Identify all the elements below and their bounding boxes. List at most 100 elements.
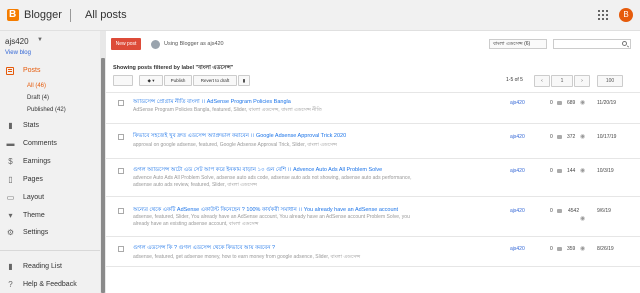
trash-icon[interactable]: ▮ xyxy=(238,75,250,86)
sidebar-item-comments[interactable]: ▬ Comments xyxy=(0,138,100,150)
post-title-link[interactable]: কিভাবে সহজেই খুব দ্রুত এডসেন্স অ্যাপ্রুভ… xyxy=(133,133,346,141)
post-comments-count[interactable]: 0 xyxy=(550,246,553,252)
user-avatar xyxy=(151,40,160,49)
account-avatar[interactable]: B xyxy=(619,8,633,22)
post-labels: approval on google adsense, featured, Go… xyxy=(133,142,337,148)
sidebar-subitem-draft[interactable]: Draft (4) xyxy=(27,95,49,101)
sidebar-subitem-published[interactable]: Published (42) xyxy=(27,107,66,113)
help-icon: ? xyxy=(8,280,13,289)
sidebar-item-layout[interactable]: ▭ Layout xyxy=(0,192,100,204)
label-filter-select[interactable]: বাংলা এডসেন্স (6) xyxy=(489,39,547,49)
page-select[interactable]: 1 xyxy=(551,75,573,87)
publish-button[interactable]: Publish xyxy=(164,75,192,86)
blogger-logo-icon[interactable]: B xyxy=(7,9,19,21)
sidebar-item-label: Layout xyxy=(23,194,45,201)
table-divider xyxy=(106,236,640,237)
dropdown-caret: ▾ xyxy=(152,78,155,83)
brand-name[interactable]: Blogger xyxy=(24,9,62,21)
filter-status-text: Showing posts filtered by label "বাংলা এ… xyxy=(113,65,234,71)
post-date: 8/26/19 xyxy=(597,246,614,252)
table-divider xyxy=(106,123,640,124)
sidebar-item-pages[interactable]: ▯ Pages xyxy=(0,174,100,186)
post-views-count: 144 xyxy=(567,168,576,174)
post-author[interactable]: ajs420 xyxy=(510,134,525,140)
pagination-range: 1-5 of 5 xyxy=(506,77,523,83)
table-divider xyxy=(106,92,640,93)
sidebar-subitem-all[interactable]: All (46) xyxy=(27,83,46,89)
post-labels: adsense, featured, get adsense money, ho… xyxy=(133,254,361,260)
bookmark-icon: ▮ xyxy=(8,262,13,271)
eye-icon: ◉ xyxy=(580,168,586,174)
sidebar-item-label: Earnings xyxy=(23,158,51,165)
post-comments-count[interactable]: 0 xyxy=(550,168,553,174)
post-labels: AdSense Program Policies Bangla, feature… xyxy=(133,107,322,113)
post-comments-count[interactable]: 0 xyxy=(550,208,553,214)
table-divider xyxy=(106,158,640,159)
table-divider xyxy=(106,196,640,197)
theme-icon: ▾ xyxy=(8,211,13,220)
post-comments-count[interactable]: 0 xyxy=(550,134,553,140)
sidebar-item-posts[interactable]: Posts xyxy=(0,65,100,77)
post-author[interactable]: ajs420 xyxy=(510,168,525,174)
sidebar-item-label: Reading List xyxy=(23,263,62,270)
sidebar-divider xyxy=(0,250,100,251)
post-date: 10/17/19 xyxy=(597,134,617,140)
post-views-count: 4542 xyxy=(568,208,580,214)
sidebar-item-label: Settings xyxy=(23,229,49,236)
prev-page-button[interactable]: ‹ xyxy=(534,75,550,87)
post-title-link[interactable]: অ্যাডসেন্স প্রোগ্রাম নীতি বাংলা ।। AdSen… xyxy=(133,99,291,107)
comment-icon xyxy=(557,169,562,173)
scrollbar-thumb[interactable] xyxy=(101,58,105,293)
gear-icon: ⚙ xyxy=(6,228,15,237)
top-bar: B Blogger All posts B xyxy=(0,0,640,31)
comment-icon xyxy=(557,209,562,213)
comment-icon xyxy=(557,247,562,251)
blog-name-selector[interactable]: ajs420 xyxy=(5,37,29,46)
next-page-button[interactable]: › xyxy=(574,75,590,87)
sidebar-item-label: Comments xyxy=(23,140,57,147)
row-checkbox[interactable] xyxy=(118,246,124,252)
comment-icon xyxy=(557,135,562,139)
sidebar-item-settings[interactable]: ⚙ Settings xyxy=(0,227,100,239)
layout-icon: ▭ xyxy=(6,193,15,202)
sidebar-item-reading-list[interactable]: ▮ Reading List xyxy=(0,261,100,273)
search-input[interactable] xyxy=(553,39,631,49)
post-title-link[interactable]: গুগল এডসেন্স কি ? গুগল এডসেন্স থেকে কিভা… xyxy=(133,245,275,253)
post-labels: adsense, featured, Slider, You already h… xyxy=(133,214,410,227)
row-checkbox[interactable] xyxy=(118,208,124,214)
sidebar-item-help[interactable]: ? Help & Feedback xyxy=(0,279,100,291)
label-tag-icon: ◆ xyxy=(147,78,151,83)
row-checkbox[interactable] xyxy=(118,100,124,106)
revert-to-draft-button[interactable]: Revert to draft xyxy=(193,75,237,86)
select-all-checkbox[interactable] xyxy=(113,75,133,86)
using-as-text: Using Blogger as ajs420 xyxy=(164,41,224,47)
new-post-button[interactable]: New post xyxy=(111,38,141,50)
post-views-count: 359 xyxy=(567,246,576,252)
view-blog-link[interactable]: View blog xyxy=(5,50,31,56)
label-dropdown-button[interactable]: ◆ ▾ xyxy=(139,75,163,86)
post-date: 10/3/19 xyxy=(597,168,614,174)
post-author[interactable]: ajs420 xyxy=(510,100,525,106)
post-author[interactable]: ajs420 xyxy=(510,246,525,252)
sidebar-item-theme[interactable]: ▾ Theme xyxy=(0,210,100,222)
comment-icon xyxy=(557,101,562,105)
sidebar-item-earnings[interactable]: $ Earnings xyxy=(0,156,100,168)
apps-grid-icon[interactable] xyxy=(598,10,608,20)
sidebar-item-label: Stats xyxy=(23,122,39,129)
posts-icon xyxy=(6,67,14,75)
eye-icon: ◉ xyxy=(580,216,586,222)
post-comments-count[interactable]: 0 xyxy=(550,100,553,106)
caret-down-icon[interactable]: ▼ xyxy=(37,37,43,43)
row-checkbox[interactable] xyxy=(118,168,124,174)
row-checkbox[interactable] xyxy=(118,134,124,140)
post-author[interactable]: ajs420 xyxy=(510,208,525,214)
post-labels: advence Auto Ads All Problem Solve, adse… xyxy=(133,175,412,188)
post-date: 9/6/19 xyxy=(597,208,611,214)
search-icon[interactable] xyxy=(622,41,627,46)
pages-icon: ▯ xyxy=(8,175,13,184)
sidebar-item-stats[interactable]: ▮ Stats xyxy=(0,120,100,132)
per-page-select[interactable]: 100 xyxy=(597,75,623,87)
logo-letter: B xyxy=(9,9,17,20)
post-title-link[interactable]: গুগল অ্যাডসেন্স অটো এড সেট আপ করে ইনকাম … xyxy=(133,167,382,175)
eye-icon: ◉ xyxy=(580,246,586,252)
